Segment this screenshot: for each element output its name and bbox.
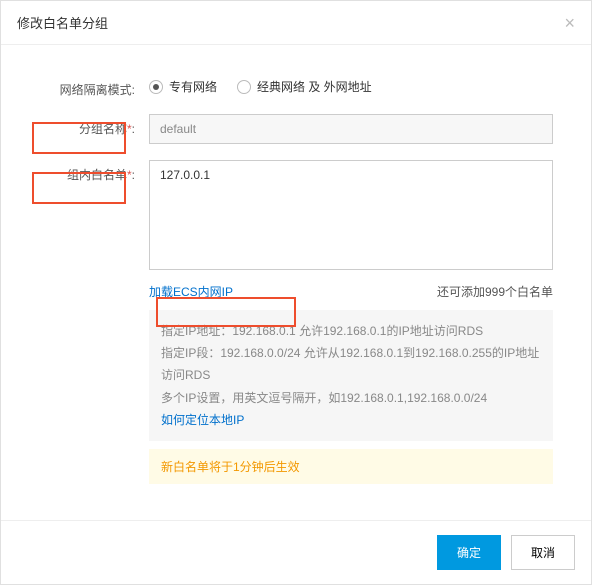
whitelist-linkbar: 加载ECS内网IP 还可添加999个白名单 [149,283,553,300]
help-line: 多个IP设置，用英文逗号隔开，如192.168.0.1,192.168.0.0/… [161,387,541,409]
modal-title: 修改白名单分组 [17,13,108,32]
help-line: 指定IP地址：192.168.0.1 允许192.168.0.1的IP地址访问R… [161,320,541,342]
modal-body: 网络隔离模式: 专有网络 经典网络 及 外网地址 分组名称*: [1,45,591,520]
radio-vpc[interactable]: 专有网络 [149,78,217,95]
ok-button[interactable]: 确定 [437,535,501,570]
modal-edit-whitelist-group: 修改白名单分组 × 网络隔离模式: 专有网络 经典网络 及 外网地址 分组名称*… [0,0,592,585]
label-whitelist: 组内白名单*: [39,160,149,183]
label-group-name: 分组名称*: [39,114,149,137]
modal-footer: 确定 取消 [1,520,591,584]
row-group-name: 分组名称*: [39,114,553,144]
close-icon[interactable]: × [564,14,575,32]
link-load-ecs-ip[interactable]: 加载ECS内网IP [149,283,233,300]
radio-group-network-mode: 专有网络 经典网络 及 外网地址 [149,75,553,95]
delay-notice: 新白名单将于1分钟后生效 [149,449,553,484]
textarea-whitelist[interactable] [149,160,553,270]
help-box: 指定IP地址：192.168.0.1 允许192.168.0.1的IP地址访问R… [149,310,553,441]
cancel-button[interactable]: 取消 [511,535,575,570]
modal-header: 修改白名单分组 × [1,1,591,45]
radio-dot-icon [237,80,251,94]
radio-classic[interactable]: 经典网络 及 外网地址 [237,78,372,95]
help-line: 指定IP段：192.168.0.0/24 允许从192.168.0.1到192.… [161,342,541,386]
radio-dot-icon [149,80,163,94]
radio-classic-label: 经典网络 及 外网地址 [257,78,372,95]
row-network-mode: 网络隔离模式: 专有网络 经典网络 及 外网地址 [39,75,553,98]
input-group-name[interactable] [149,114,553,144]
row-whitelist: 组内白名单*: 加载ECS内网IP 还可添加999个白名单 指定IP地址：192… [39,160,553,484]
remaining-count-hint: 还可添加999个白名单 [437,283,553,300]
label-network-mode: 网络隔离模式: [39,75,149,98]
radio-vpc-label: 专有网络 [169,78,217,95]
link-local-ip-help[interactable]: 如何定位本地IP [161,413,244,427]
